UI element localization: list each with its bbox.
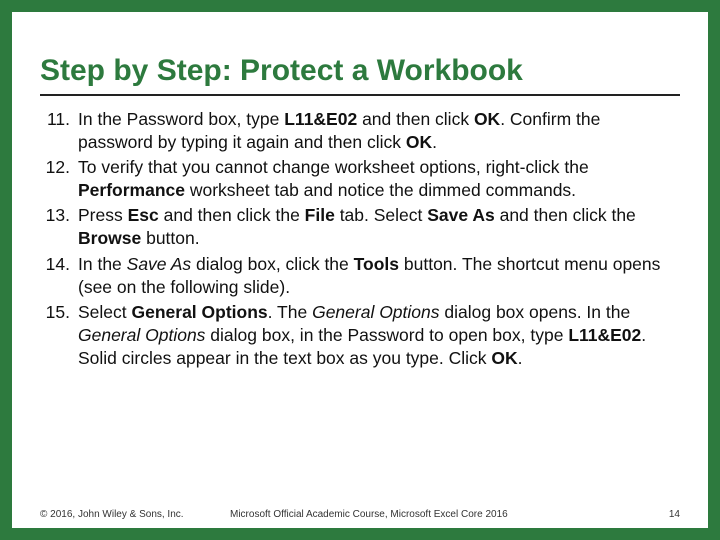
step-text: In the Password box, type L11&E02 and th… <box>78 108 680 154</box>
step-number: 11. <box>40 108 78 154</box>
footer-course: Microsoft Official Academic Course, Micr… <box>230 509 508 520</box>
footer-copyright: © 2016, John Wiley & Sons, Inc. <box>40 509 184 520</box>
list-item: 15. Select General Options. The General … <box>40 301 680 370</box>
step-text: Press Esc and then click the File tab. S… <box>78 204 680 250</box>
step-text: In the Save As dialog box, click the Too… <box>78 253 680 299</box>
step-text: Select General Options. The General Opti… <box>78 301 680 370</box>
list-item: 11. In the Password box, type L11&E02 an… <box>40 108 680 154</box>
step-number: 14. <box>40 253 78 299</box>
slide-title: Step by Step: Protect a Workbook <box>40 30 680 96</box>
list-item: 13. Press Esc and then click the File ta… <box>40 204 680 250</box>
list-item: 12. To verify that you cannot change wor… <box>40 156 680 202</box>
list-item: 14. In the Save As dialog box, click the… <box>40 253 680 299</box>
slide: Step by Step: Protect a Workbook 11. In … <box>12 12 708 528</box>
step-number: 13. <box>40 204 78 250</box>
step-text: To verify that you cannot change workshe… <box>78 156 680 202</box>
step-list: 11. In the Password box, type L11&E02 an… <box>40 108 680 370</box>
step-number: 15. <box>40 301 78 370</box>
footer: © 2016, John Wiley & Sons, Inc. Microsof… <box>40 509 680 520</box>
step-number: 12. <box>40 156 78 202</box>
slide-number: 14 <box>669 509 680 520</box>
